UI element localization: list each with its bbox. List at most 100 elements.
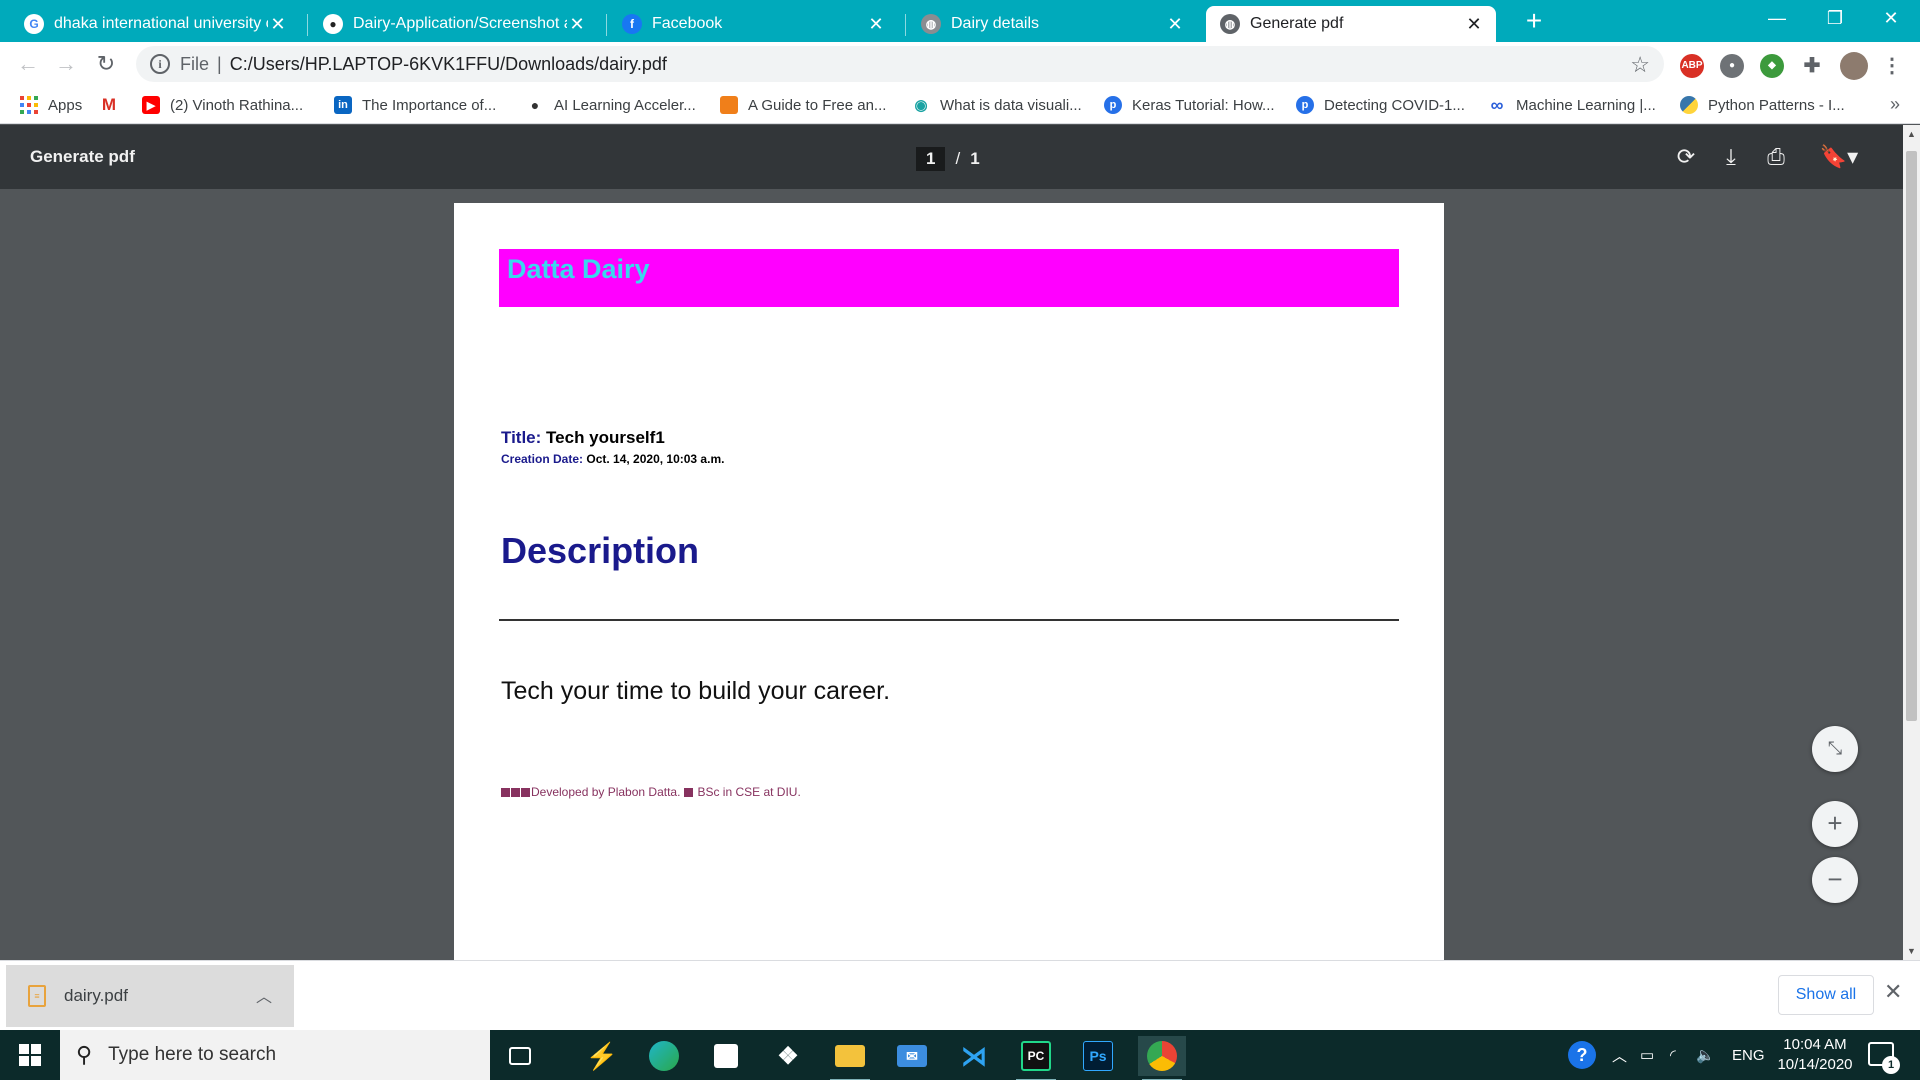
chrome-icon[interactable] — [1138, 1036, 1186, 1080]
tab-title: Facebook — [652, 15, 723, 32]
scroll-up-icon[interactable]: ▲ — [1903, 129, 1920, 139]
tab-dairy-details[interactable]: ◍ Dairy details ✕ — [907, 6, 1197, 42]
description-heading: Description — [501, 530, 700, 571]
footer-credit: Developed by Plabon Datta. — [531, 785, 681, 799]
bookmark-python-patterns[interactable]: Python Patterns - I... — [1680, 94, 1845, 116]
zoom-in-button[interactable]: + — [1812, 801, 1858, 847]
extension-globe-icon[interactable]: ◆ — [1760, 54, 1784, 78]
dropbox-icon[interactable]: ❖ — [764, 1036, 812, 1076]
show-all-button[interactable]: Show all — [1778, 975, 1874, 1015]
page-number-input[interactable]: 1 — [916, 147, 946, 171]
battery-icon[interactable]: ▭ — [1640, 1030, 1654, 1080]
bookmark-linkedin[interactable]: in The Importance of... — [334, 94, 496, 116]
tab-divider — [606, 14, 607, 36]
close-icon[interactable]: ✕ — [866, 14, 886, 35]
pdf-file-icon: ≡ — [28, 985, 46, 1007]
pdf-page: Datta Dairy Title: Tech yourself1 Creati… — [454, 203, 1444, 960]
footer-degree: BSc in CSE at DIU. — [697, 785, 801, 799]
rotate-icon[interactable]: ⟳ — [1672, 143, 1700, 171]
linkedin-icon: in — [334, 96, 352, 114]
tab-github[interactable]: ● Dairy-Application/Screenshot at ✕ — [309, 6, 599, 42]
notification-badge: 1 — [1882, 1056, 1900, 1074]
close-icon[interactable]: ✕ — [1165, 14, 1185, 35]
help-icon[interactable]: ? — [1568, 1030, 1596, 1080]
bookmark-apps[interactable]: Apps — [20, 94, 82, 116]
zoom-out-button[interactable]: − — [1812, 857, 1858, 903]
fit-to-page-button[interactable]: ⤡ — [1812, 726, 1858, 772]
bullet-square-icon — [521, 787, 530, 797]
eye-icon: ◉ — [914, 97, 928, 114]
print-icon[interactable]: ⎙ — [1762, 143, 1790, 171]
mail-icon[interactable]: ✉ — [888, 1036, 936, 1076]
scrollbar-thumb[interactable] — [1906, 151, 1917, 721]
tab-strip: G dhaka international university co ✕ ● … — [0, 0, 1920, 42]
date-value: Oct. 14, 2020, 10:03 a.m. — [586, 452, 725, 466]
extensions-puzzle-icon[interactable]: ✚ — [1800, 54, 1824, 78]
chat-icon — [720, 96, 738, 114]
minimize-button[interactable]: — — [1748, 0, 1806, 38]
menu-kebab-icon[interactable]: ⋮ — [1880, 54, 1904, 78]
tab-dhaka[interactable]: G dhaka international university co ✕ — [10, 6, 300, 42]
bookmark-label: Python Patterns - I... — [1708, 96, 1845, 114]
store-icon[interactable] — [702, 1036, 750, 1076]
restore-button[interactable]: ❐ — [1806, 0, 1864, 38]
taskbar-search[interactable]: ⚲ Type here to search — [60, 1030, 490, 1080]
back-button[interactable]: ← — [14, 50, 42, 78]
task-view-icon[interactable] — [496, 1036, 544, 1076]
address-bar[interactable]: i File | C:/Users/HP.LAPTOP-6KVK1FFU/Dow… — [136, 46, 1664, 82]
bookmark-star-icon[interactable]: ☆ — [1630, 52, 1650, 78]
download-file-name: dairy.pdf — [64, 986, 128, 1005]
vertical-scrollbar[interactable]: ▲ ▼ — [1903, 125, 1920, 960]
scroll-down-icon[interactable]: ▼ — [1903, 946, 1920, 956]
url-divider: | — [217, 53, 222, 74]
tab-facebook[interactable]: f Facebook ✕ — [608, 6, 898, 42]
pycharm-icon[interactable]: PC — [1012, 1036, 1060, 1080]
bookmark-youtube[interactable]: ▶ (2) Vinoth Rathina... — [142, 94, 303, 116]
bookmark-machine-learning[interactable]: ∞ Machine Learning |... — [1488, 94, 1656, 116]
download-item[interactable]: ≡ dairy.pdf ︿ — [6, 965, 294, 1027]
bookmark-data-visualization[interactable]: ◉ What is data visuali... — [912, 94, 1081, 116]
new-tab-button[interactable]: + — [1518, 6, 1550, 38]
tab-divider — [905, 14, 906, 36]
title-label: Title: — [501, 428, 542, 447]
apps-grid-icon — [20, 96, 38, 114]
close-icon[interactable]: ✕ — [1464, 14, 1484, 35]
clock[interactable]: 10:04 AM 10/14/2020 — [1760, 1035, 1870, 1075]
volume-icon[interactable]: 🔈 — [1696, 1030, 1715, 1080]
bookmarks-overflow-icon[interactable]: » — [1890, 94, 1900, 115]
chevron-up-icon[interactable]: ︿ — [256, 983, 272, 1007]
photoshop-icon[interactable]: Ps — [1074, 1036, 1122, 1076]
info-icon[interactable]: i — [150, 54, 170, 74]
visual-studio-icon[interactable]: ⚡ — [578, 1036, 626, 1076]
bookmark-covid[interactable]: p Detecting COVID-1... — [1296, 94, 1465, 116]
reload-button[interactable]: ↻ — [92, 50, 120, 78]
forward-button[interactable]: → — [52, 50, 80, 78]
close-icon[interactable]: ✕ — [567, 14, 587, 35]
vscode-icon[interactable]: ⋊ — [950, 1036, 998, 1076]
chevron-up-icon[interactable]: ︿ — [1612, 1030, 1627, 1080]
edge-icon[interactable] — [640, 1036, 688, 1076]
page-total: 1 — [970, 149, 980, 168]
start-button[interactable] — [0, 1030, 60, 1080]
tab-generate-pdf[interactable]: ◍ Generate pdf ✕ — [1206, 6, 1496, 42]
file-explorer-icon[interactable] — [826, 1036, 874, 1080]
close-icon[interactable]: ✕ — [268, 14, 288, 35]
extension-chat-icon[interactable]: ● — [1720, 54, 1744, 78]
google-icon: G — [24, 14, 44, 34]
bookmark-gmail[interactable]: M — [100, 94, 128, 116]
profile-avatar[interactable] — [1840, 52, 1868, 80]
date-label: Creation Date: — [501, 452, 584, 466]
windows-logo-icon — [19, 1044, 41, 1066]
bookmark-ai-learning[interactable]: ● AI Learning Acceler... — [526, 94, 696, 116]
gmail-icon: M — [101, 95, 117, 114]
window-close-button[interactable]: ✕ — [1862, 0, 1920, 38]
bookmark-guide[interactable]: A Guide to Free an... — [720, 94, 886, 116]
globe-icon: ◍ — [921, 14, 941, 34]
wifi-icon[interactable]: ◜ — [1670, 1030, 1676, 1080]
adblock-plus-icon[interactable]: ABP — [1680, 54, 1704, 78]
facebook-icon: f — [622, 14, 642, 34]
close-icon[interactable]: ✕ — [1884, 979, 1902, 1005]
bookmark-menu-icon[interactable]: 🔖▾ — [1816, 143, 1862, 171]
download-icon[interactable]: ⤓ — [1717, 143, 1745, 171]
bookmark-keras[interactable]: p Keras Tutorial: How... — [1104, 94, 1275, 116]
